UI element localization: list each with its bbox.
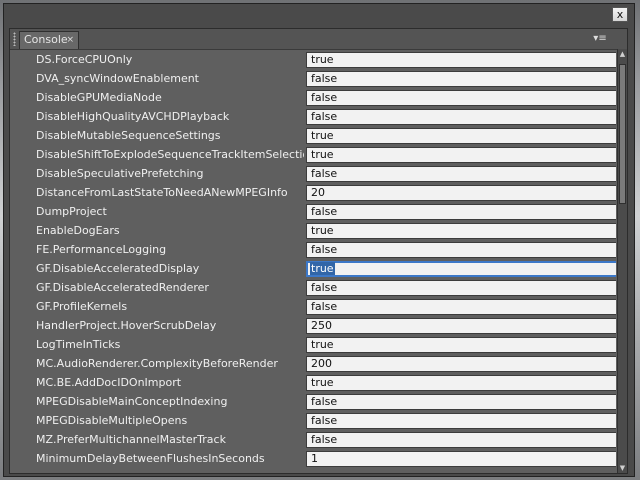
setting-name: GF.DisableAcceleratedRenderer [36, 281, 209, 294]
list-item: MPEGDisableMultipleOpens false [11, 411, 616, 430]
list-item: DumpProject false [11, 202, 616, 221]
setting-name: DisableSpeculativePrefetching [36, 167, 204, 180]
setting-name: DisableShiftToExplodeSequenceTrackItemSe… [36, 148, 304, 161]
console-window: x Console × ▾≡ DS.ForceCPUOnly true DVA_sy… [3, 3, 635, 477]
setting-name: MPEGDisableMainConceptIndexing [36, 395, 228, 408]
setting-value-field[interactable]: false [306, 242, 616, 258]
setting-value-field[interactable]: true [306, 52, 616, 68]
list-item: DistanceFromLastStateToNeedANewMPEGInfo 2… [11, 183, 616, 202]
setting-name: HandlerProject.HoverScrubDelay [36, 319, 217, 332]
chevron-up-icon[interactable]: ▲ [618, 49, 627, 59]
list-item: GF.DisableAcceleratedRenderer false [11, 278, 616, 297]
panel-tab-bar: Console × ▾≡ [10, 29, 627, 50]
scroll-thumb[interactable] [619, 64, 626, 204]
vertical-scrollbar[interactable]: ▲ ▼ [617, 49, 627, 473]
tab-label: Console [24, 33, 68, 46]
list-item: FE.PerformanceLogging false [11, 240, 616, 259]
list-item: DisableGPUMediaNode false [11, 88, 616, 107]
setting-value-field[interactable]: true [306, 375, 616, 391]
list-item: MinimumDelayBetweenFlushesInSeconds 1 [11, 449, 616, 468]
setting-name: LogTimeInTicks [36, 338, 121, 351]
list-item: DVA_syncWindowEnablement false [11, 69, 616, 88]
tab-close-icon[interactable]: × [66, 32, 74, 48]
setting-value-field[interactable]: true [306, 223, 616, 239]
list-item: LogTimeInTicks true [11, 335, 616, 354]
list-item: GF.DisableAcceleratedDisplay true [11, 259, 616, 278]
setting-value-field[interactable]: false [306, 413, 616, 429]
setting-value-field[interactable]: 200 [306, 356, 616, 372]
console-panel: Console × ▾≡ DS.ForceCPUOnly true DVA_sync… [9, 28, 628, 474]
setting-name: DisableHighQualityAVCHDPlayback [36, 110, 230, 123]
drag-grip-icon[interactable] [13, 32, 16, 46]
selected-text: true [310, 262, 335, 275]
setting-name: MinimumDelayBetweenFlushesInSeconds [36, 452, 265, 465]
tab-console[interactable]: Console × [19, 31, 79, 49]
window-close-button[interactable]: x [612, 7, 628, 22]
list-item: MPEGDisableMainConceptIndexing false [11, 392, 616, 411]
setting-value-field[interactable]: false [306, 166, 616, 182]
setting-name: EnableDogEars [36, 224, 120, 237]
setting-value-field[interactable]: false [306, 299, 616, 315]
list-item: MC.AudioRenderer.ComplexityBeforeRender 2… [11, 354, 616, 373]
setting-value-field[interactable]: 1 [306, 451, 616, 467]
setting-value-field[interactable]: true [306, 337, 616, 353]
setting-name: MPEGDisableMultipleOpens [36, 414, 188, 427]
list-item: DisableShiftToExplodeSequenceTrackItemSe… [11, 145, 616, 164]
setting-name: MZ.PreferMultichannelMasterTrack [36, 433, 226, 446]
list-item: MZ.PreferMultichannelMasterTrack false [11, 430, 616, 449]
list-item: DisableMutableSequenceSettings true [11, 126, 616, 145]
setting-name: DumpProject [36, 205, 107, 218]
close-icon: x [616, 8, 624, 21]
setting-name: GF.ProfileKernels [36, 300, 128, 313]
list-item: DisableHighQualityAVCHDPlayback false [11, 107, 616, 126]
setting-name: MC.BE.AddDocIDOnImport [36, 376, 182, 389]
setting-value-field[interactable]: false [306, 432, 616, 448]
setting-value-field[interactable]: true [306, 261, 616, 277]
chevron-down-icon[interactable]: ▼ [618, 463, 627, 473]
console-settings-list: DS.ForceCPUOnly true DVA_syncWindowEnablem… [11, 50, 616, 470]
list-item: DisableSpeculativePrefetching false [11, 164, 616, 183]
list-item: GF.ProfileKernels false [11, 297, 616, 316]
panel-menu-icon[interactable]: ▾≡ [589, 32, 611, 46]
setting-name: DVA_syncWindowEnablement [36, 72, 199, 85]
setting-value-field[interactable]: false [306, 280, 616, 296]
setting-value-field[interactable]: 20 [306, 185, 616, 201]
setting-name: FE.PerformanceLogging [36, 243, 167, 256]
setting-name: DistanceFromLastStateToNeedANewMPEGInfo [36, 186, 288, 199]
setting-name: MC.AudioRenderer.ComplexityBeforeRender [36, 357, 278, 370]
setting-value-field[interactable]: false [306, 394, 616, 410]
list-item: DS.ForceCPUOnly true [11, 50, 616, 69]
setting-name: GF.DisableAcceleratedDisplay [36, 262, 200, 275]
setting-value-field[interactable]: 250 [306, 318, 616, 334]
setting-value-field[interactable]: false [306, 204, 616, 220]
setting-value-field[interactable]: false [306, 71, 616, 87]
setting-value-field[interactable]: false [306, 109, 616, 125]
setting-value-field[interactable]: true [306, 128, 616, 144]
setting-name: DisableMutableSequenceSettings [36, 129, 221, 142]
list-item: EnableDogEars true [11, 221, 616, 240]
setting-value-field[interactable]: true [306, 147, 616, 163]
list-item: MC.BE.AddDocIDOnImport true [11, 373, 616, 392]
setting-name: DisableGPUMediaNode [36, 91, 162, 104]
list-item: HandlerProject.HoverScrubDelay 250 [11, 316, 616, 335]
setting-name: DS.ForceCPUOnly [36, 53, 133, 66]
setting-value-field[interactable]: false [306, 90, 616, 106]
